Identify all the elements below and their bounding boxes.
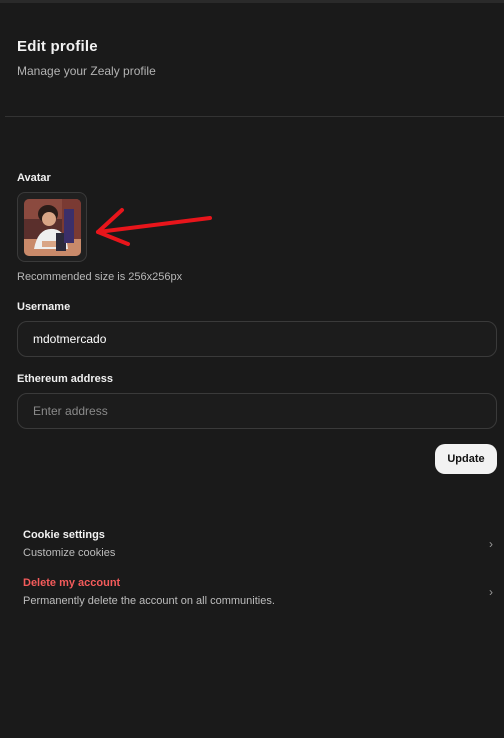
ethereum-placeholder: Enter address — [33, 404, 108, 418]
avatar-upload[interactable] — [17, 192, 87, 262]
delete-account-description: Permanently delete the account on all co… — [23, 595, 275, 607]
chevron-right-icon: › — [489, 537, 493, 551]
cookie-settings-row[interactable]: Cookie settings Customize cookies › — [23, 529, 493, 559]
page-subtitle: Manage your Zealy profile — [17, 64, 156, 78]
username-label: Username — [17, 301, 71, 313]
page-title: Edit profile — [17, 38, 98, 55]
cookie-settings-description: Customize cookies — [23, 547, 116, 559]
header-divider — [5, 116, 504, 117]
top-border — [0, 0, 504, 3]
avatar-size-hint: Recommended size is 256x256px — [17, 271, 183, 283]
ethereum-address-field[interactable]: Enter address — [17, 393, 497, 429]
username-value: mdotmercado — [33, 332, 107, 346]
update-button[interactable]: Update — [435, 444, 497, 474]
delete-account-title: Delete my account — [23, 577, 121, 589]
delete-account-row[interactable]: Delete my account Permanently delete the… — [23, 577, 493, 607]
avatar-image — [24, 199, 81, 256]
username-field[interactable]: mdotmercado — [17, 321, 497, 357]
annotation-arrow-icon — [96, 208, 212, 246]
ethereum-label: Ethereum address — [17, 373, 113, 385]
avatar-label: Avatar — [17, 172, 51, 184]
chevron-right-icon: › — [489, 585, 493, 599]
page-header: Edit profile Manage your Zealy profile — [17, 38, 156, 78]
cookie-settings-title: Cookie settings — [23, 529, 105, 541]
